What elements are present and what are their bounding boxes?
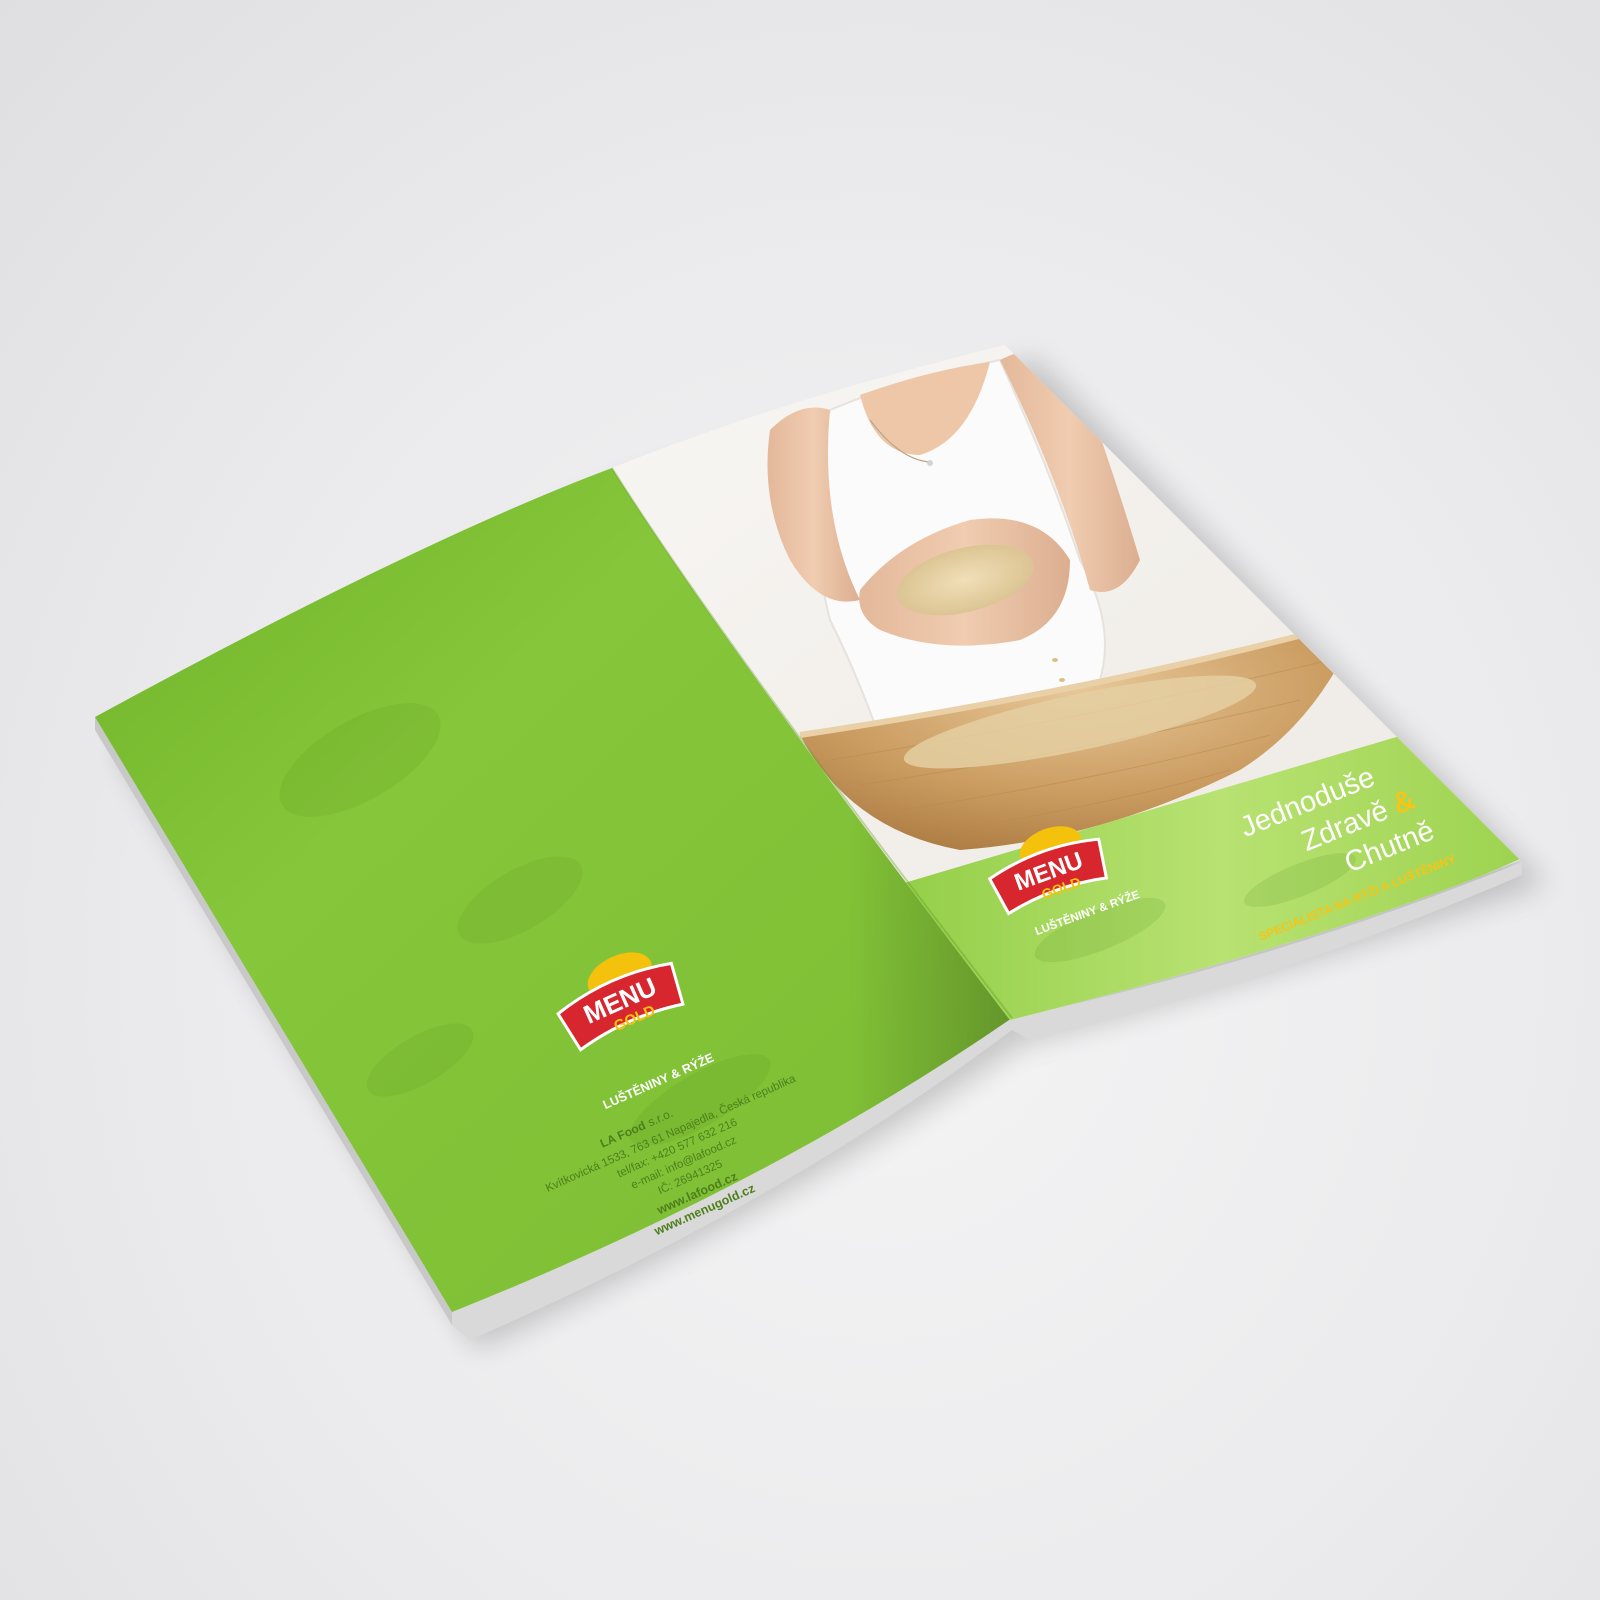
brochure-mockup-scene: MENU GOLD LUŠTĚNINY & RÝŽE LA Food s.r.o… — [95, 345, 1546, 1349]
